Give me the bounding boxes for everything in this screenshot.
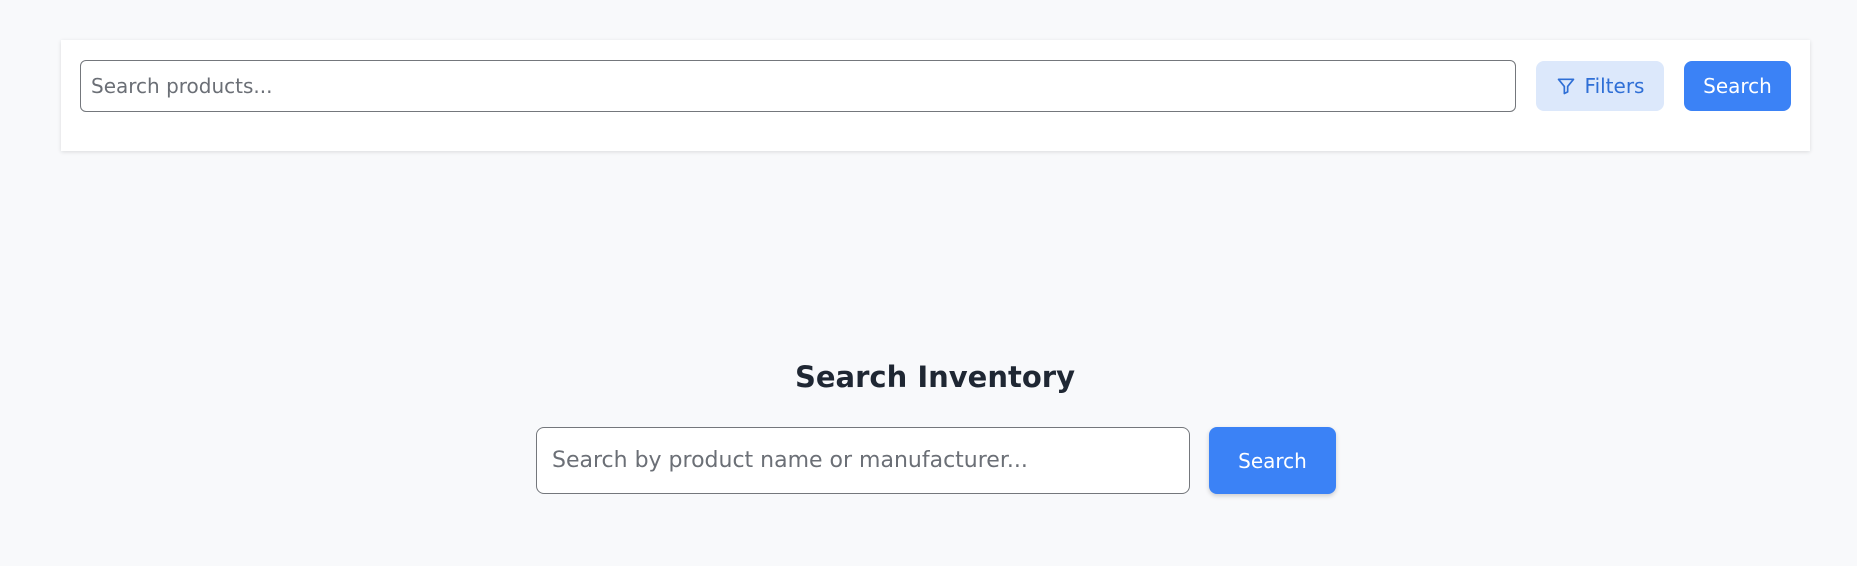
- filters-button[interactable]: Filters: [1536, 61, 1664, 111]
- product-search-input[interactable]: [80, 60, 1516, 112]
- page-title: Search Inventory: [794, 360, 1075, 394]
- top-search-button[interactable]: Search: [1684, 61, 1791, 111]
- filters-button-label: Filters: [1584, 74, 1645, 98]
- inventory-search-input[interactable]: [536, 427, 1190, 494]
- filter-funnel-icon: [1556, 76, 1576, 96]
- top-search-bar: Filters Search: [61, 40, 1810, 151]
- inventory-search-button[interactable]: Search: [1209, 427, 1336, 494]
